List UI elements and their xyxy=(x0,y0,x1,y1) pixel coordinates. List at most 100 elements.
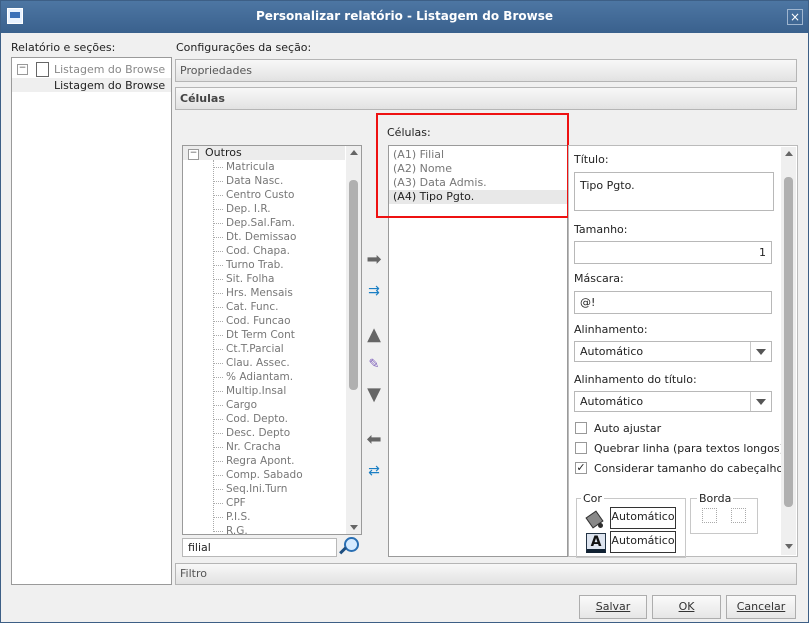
field-list-item-label: Dep.Sal.Fam. xyxy=(226,217,295,229)
field-list-item[interactable]: Turno Trab. xyxy=(213,258,343,272)
search-icon[interactable] xyxy=(338,536,360,556)
remove-cell-arrow-icon[interactable]: ⬅ xyxy=(362,430,386,450)
tree-connector xyxy=(213,530,223,532)
font-color-icon[interactable]: A xyxy=(586,533,606,553)
considerar-checkbox[interactable]: ✓ xyxy=(575,462,587,474)
field-list-item[interactable]: Nr. Cracha xyxy=(213,440,343,454)
tree-connector xyxy=(213,516,223,518)
field-list-item[interactable]: Data Nasc. xyxy=(213,174,343,188)
field-list-item-label: Dt Term Cont xyxy=(226,329,295,341)
field-group-outros[interactable]: Outros xyxy=(205,146,242,159)
highlight-box xyxy=(376,113,569,218)
tree-connector xyxy=(213,376,223,378)
field-list-item[interactable]: Cod. Funcao xyxy=(213,314,343,328)
field-list-item-label: Dt. Demissao xyxy=(226,231,297,243)
field-list-item[interactable]: Cargo xyxy=(213,398,343,412)
field-list-item-label: % Adiantam. xyxy=(226,371,294,383)
field-list-item[interactable]: CPF xyxy=(213,496,343,510)
tree-expander-icon[interactable]: − xyxy=(17,64,28,75)
edit-cell-icon[interactable]: ✎ xyxy=(362,355,386,375)
border-all-icon[interactable] xyxy=(702,508,717,523)
tree-item-report[interactable]: Listagem do Browse xyxy=(54,63,165,76)
scroll-thumb[interactable] xyxy=(349,180,358,390)
scroll-thumb[interactable] xyxy=(784,177,793,507)
font-color-button[interactable]: Automático xyxy=(610,531,676,553)
tamanho-input[interactable]: 1 xyxy=(574,241,772,264)
tree-connector xyxy=(213,278,223,280)
field-list-item[interactable]: Ct.T.Parcial xyxy=(213,342,343,356)
fields-scrollbar[interactable] xyxy=(346,146,361,534)
salvar-button[interactable]: Salvar xyxy=(579,595,647,619)
cancelar-button[interactable]: Cancelar xyxy=(726,595,796,619)
tree-connector xyxy=(213,222,223,224)
field-list-item[interactable]: Sit. Folha xyxy=(213,272,343,286)
field-list-item[interactable]: % Adiantam. xyxy=(213,370,343,384)
remove-all-icon[interactable]: ⇄ xyxy=(362,461,386,481)
border-none-icon[interactable] xyxy=(731,508,746,523)
auto-ajustar-checkbox[interactable] xyxy=(575,422,587,434)
scroll-up-icon[interactable] xyxy=(348,148,360,158)
field-list-item[interactable]: Dt Term Cont xyxy=(213,328,343,342)
field-list-item-label: R.G. xyxy=(226,525,248,537)
field-list-item[interactable]: Desc. Depto xyxy=(213,426,343,440)
field-list-item[interactable]: Multip.Insal xyxy=(213,384,343,398)
add-cell-arrow-icon[interactable]: ➡ xyxy=(362,250,386,270)
tree-connector xyxy=(213,208,223,210)
field-list-item[interactable]: Dt. Demissao xyxy=(213,230,343,244)
cor-label: Cor xyxy=(581,492,604,505)
field-list-item[interactable]: Centro Custo xyxy=(213,188,343,202)
field-list-item[interactable]: Hrs. Mensais xyxy=(213,286,343,300)
mascara-input[interactable]: @! xyxy=(574,291,772,314)
field-list-item[interactable]: Clau. Assec. xyxy=(213,356,343,370)
tree-connector xyxy=(213,334,223,336)
field-list-item[interactable]: Cod. Depto. xyxy=(213,412,343,426)
chevron-down-icon[interactable] xyxy=(750,342,771,361)
propriedades-bar[interactable]: Propriedades xyxy=(175,59,797,82)
scroll-down-icon[interactable] xyxy=(783,541,795,551)
mascara-label: Máscara: xyxy=(574,272,624,285)
quebrar-linha-label: Quebrar linha (para textos longos) xyxy=(594,442,784,455)
group-expander-icon[interactable]: − xyxy=(188,149,199,160)
celulas-bar[interactable]: Células xyxy=(175,87,797,110)
move-up-icon[interactable]: ▲ xyxy=(362,325,386,345)
move-down-icon[interactable]: ▼ xyxy=(362,385,386,405)
titulo-input[interactable]: Tipo Pgto. xyxy=(574,172,774,211)
field-list-item[interactable]: Regra Apont. xyxy=(213,454,343,468)
quebrar-linha-checkbox[interactable] xyxy=(575,442,587,454)
field-list-item[interactable]: R.G. xyxy=(213,524,343,538)
paint-bucket-icon[interactable] xyxy=(585,509,606,529)
field-list-item-label: P.I.S. xyxy=(226,511,251,523)
field-list-item[interactable]: P.I.S. xyxy=(213,510,343,524)
tree-connector xyxy=(213,166,223,168)
tree-connector xyxy=(213,250,223,252)
add-all-icon[interactable]: ⇉ xyxy=(362,281,386,301)
field-list-item[interactable]: Matricula xyxy=(213,160,343,174)
tree-item-section[interactable]: Listagem do Browse xyxy=(54,79,165,92)
alinhamento-titulo-value: Automático xyxy=(580,395,644,408)
alinhamento-select[interactable]: Automático xyxy=(574,341,772,362)
document-icon xyxy=(36,62,49,77)
properties-scrollbar[interactable] xyxy=(781,147,796,555)
tree-connector xyxy=(213,446,223,448)
field-list-item[interactable]: Dep.Sal.Fam. xyxy=(213,216,343,230)
field-list-item[interactable]: Seq.Ini.Turn xyxy=(213,482,343,496)
ok-button[interactable]: OK xyxy=(652,595,721,619)
background-color-button[interactable]: Automático xyxy=(610,507,676,529)
scroll-up-icon[interactable] xyxy=(783,149,795,159)
tree-connector xyxy=(213,306,223,308)
close-button[interactable]: × xyxy=(787,9,803,25)
field-list-item[interactable]: Cat. Func. xyxy=(213,300,343,314)
scroll-down-icon[interactable] xyxy=(348,522,360,532)
borda-label: Borda xyxy=(697,492,734,505)
alinhamento-titulo-label: Alinhamento do título: xyxy=(574,373,697,386)
filtro-bar[interactable]: Filtro xyxy=(175,563,797,585)
tree-connector xyxy=(213,236,223,238)
field-search-input[interactable]: filial xyxy=(182,538,337,557)
field-list-item[interactable]: Comp. Sabado xyxy=(213,468,343,482)
field-list-item[interactable]: Cod. Chapa. xyxy=(213,244,343,258)
tree-connector xyxy=(213,488,223,490)
field-list-item[interactable]: Dep. I.R. xyxy=(213,202,343,216)
alinhamento-titulo-select[interactable]: Automático xyxy=(574,391,772,412)
field-list-item-label: Cod. Chapa. xyxy=(226,245,290,257)
chevron-down-icon[interactable] xyxy=(750,392,771,411)
